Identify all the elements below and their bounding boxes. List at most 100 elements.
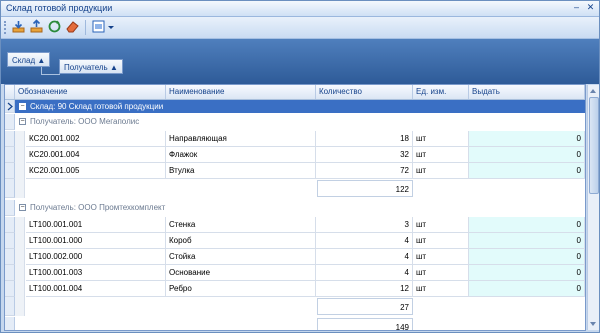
group-chip-warehouse[interactable]: Склад ▲ [7, 52, 51, 67]
cell-name[interactable]: Направляющая [166, 131, 316, 147]
cell-unit[interactable]: шт [413, 233, 469, 249]
minimize-icon[interactable]: – [571, 2, 582, 13]
cell-issue[interactable]: 0 [469, 147, 585, 163]
column-header-designation[interactable]: Обозначение [15, 85, 166, 99]
cell-name[interactable]: Втулка [166, 163, 316, 179]
cell-name[interactable]: Основание [166, 265, 316, 281]
scroll-thumb[interactable] [589, 97, 599, 194]
layout-icon[interactable] [91, 19, 106, 34]
cell-quantity[interactable]: 12 [316, 281, 413, 297]
cell-designation[interactable]: КС20.001.004 [26, 147, 166, 163]
cell-name[interactable]: Короб [166, 233, 316, 249]
scroll-down-icon[interactable] [590, 322, 596, 326]
cell-designation[interactable]: LT100.001.004 [26, 281, 166, 297]
refresh-icon[interactable] [47, 19, 62, 34]
group-total-quantity: 27 [317, 298, 413, 315]
export-icon[interactable] [29, 19, 44, 34]
row-indicator [5, 179, 15, 198]
group-label-recipient: Получатель: ООО Мегаполис [30, 117, 140, 126]
cell-unit[interactable]: шт [413, 249, 469, 265]
cell-issue[interactable]: 0 [469, 265, 585, 281]
row-indicator [5, 200, 15, 216]
cell-issue[interactable]: 0 [469, 217, 585, 233]
cell-issue[interactable]: 0 [469, 131, 585, 147]
cell-quantity[interactable]: 4 [316, 265, 413, 281]
data-grid: Обозначение Наименование Количество Ед. … [4, 84, 586, 331]
cell-issue[interactable]: 0 [469, 233, 585, 249]
cell-designation[interactable]: LT100.002.000 [26, 249, 166, 265]
table-row[interactable]: КС20.001.004 Флажок 32 шт 0 [5, 147, 585, 163]
cell-name[interactable]: Ребро [166, 281, 316, 297]
group-label-recipient: Получатель: ООО Промтехкомплект [30, 203, 166, 212]
table-row[interactable]: LT100.002.000 Стойка 4 шт 0 [5, 249, 585, 265]
cell-unit[interactable]: шт [413, 265, 469, 281]
cell-issue[interactable]: 0 [469, 249, 585, 265]
group-footer: 122 [5, 179, 585, 198]
cell-designation[interactable]: КС20.001.002 [26, 131, 166, 147]
group-label-warehouse: Склад: 90 Склад готовой продукции [30, 102, 164, 111]
cell-quantity[interactable]: 4 [316, 249, 413, 265]
cell-quantity[interactable]: 4 [316, 233, 413, 249]
cell-issue[interactable]: 0 [469, 281, 585, 297]
vertical-scrollbar[interactable] [587, 85, 599, 330]
collapse-icon[interactable]: − [19, 103, 26, 110]
cell-unit[interactable]: шт [413, 147, 469, 163]
row-indent [15, 281, 25, 297]
column-header-quantity[interactable]: Количество [316, 85, 413, 99]
row-indicator [5, 163, 15, 179]
row-indicator [5, 249, 15, 265]
row-indicator [5, 131, 15, 147]
cell-designation[interactable]: LT100.001.000 [26, 233, 166, 249]
group-row-warehouse[interactable]: − Склад: 90 Склад готовой продукции [5, 100, 585, 113]
cell-designation[interactable]: КС20.001.005 [26, 163, 166, 179]
eraser-icon[interactable] [65, 19, 80, 34]
group-chip-recipient[interactable]: Получатель ▲ [59, 59, 123, 74]
row-indicator [5, 297, 15, 316]
table-row[interactable]: LT100.001.003 Основание 4 шт 0 [5, 265, 585, 281]
cell-designation[interactable]: LT100.001.003 [26, 265, 166, 281]
cell-unit[interactable]: шт [413, 281, 469, 297]
group-row-recipient[interactable]: − Получатель: ООО Мегаполис [5, 114, 585, 130]
table-row[interactable]: LT100.001.001 Стенка 3 шт 0 [5, 217, 585, 233]
cell-quantity[interactable]: 32 [316, 147, 413, 163]
app-window: Склад готовой продукции – ✕ Склад ▲ Полу… [0, 0, 600, 333]
cell-unit[interactable]: шт [413, 163, 469, 179]
row-indent [15, 265, 25, 281]
row-indicator [5, 217, 15, 233]
import-icon[interactable] [11, 19, 26, 34]
table-row[interactable]: КС20.001.002 Направляющая 18 шт 0 [5, 131, 585, 147]
close-icon[interactable]: ✕ [585, 2, 596, 13]
cell-quantity[interactable]: 3 [316, 217, 413, 233]
row-indent [15, 217, 25, 233]
table-row[interactable]: КС20.001.005 Втулка 72 шт 0 [5, 163, 585, 179]
cell-unit[interactable]: шт [413, 131, 469, 147]
window-title: Склад готовой продукции [6, 3, 113, 13]
column-header-unit[interactable]: Ед. изм. [413, 85, 469, 99]
chevron-down-icon[interactable] [107, 19, 115, 34]
cell-designation[interactable]: LT100.001.001 [26, 217, 166, 233]
cell-quantity[interactable]: 72 [316, 163, 413, 179]
collapse-icon[interactable]: − [19, 118, 26, 125]
toolbar-grip-icon[interactable] [4, 21, 8, 34]
row-indicator-icon [5, 100, 15, 113]
header-indicator [5, 85, 15, 99]
grid-header: Обозначение Наименование Количество Ед. … [5, 85, 585, 100]
scroll-up-icon[interactable] [590, 89, 596, 93]
cell-unit[interactable]: шт [413, 217, 469, 233]
column-header-issue[interactable]: Выдать [469, 85, 585, 99]
grand-total-quantity: 149 [317, 318, 413, 330]
toolbar-separator [85, 20, 86, 35]
cell-name[interactable]: Стенка [166, 217, 316, 233]
cell-name[interactable]: Флажок [166, 147, 316, 163]
row-indicator [5, 265, 15, 281]
cell-name[interactable]: Стойка [166, 249, 316, 265]
column-header-name[interactable]: Наименование [166, 85, 316, 99]
table-row[interactable]: LT100.001.000 Короб 4 шт 0 [5, 233, 585, 249]
row-indicator [5, 114, 15, 130]
group-row-recipient[interactable]: − Получатель: ООО Промтехкомплект [5, 200, 585, 216]
collapse-icon[interactable]: − [19, 204, 26, 211]
row-indent [15, 179, 25, 198]
table-row[interactable]: LT100.001.004 Ребро 12 шт 0 [5, 281, 585, 297]
cell-issue[interactable]: 0 [469, 163, 585, 179]
cell-quantity[interactable]: 18 [316, 131, 413, 147]
